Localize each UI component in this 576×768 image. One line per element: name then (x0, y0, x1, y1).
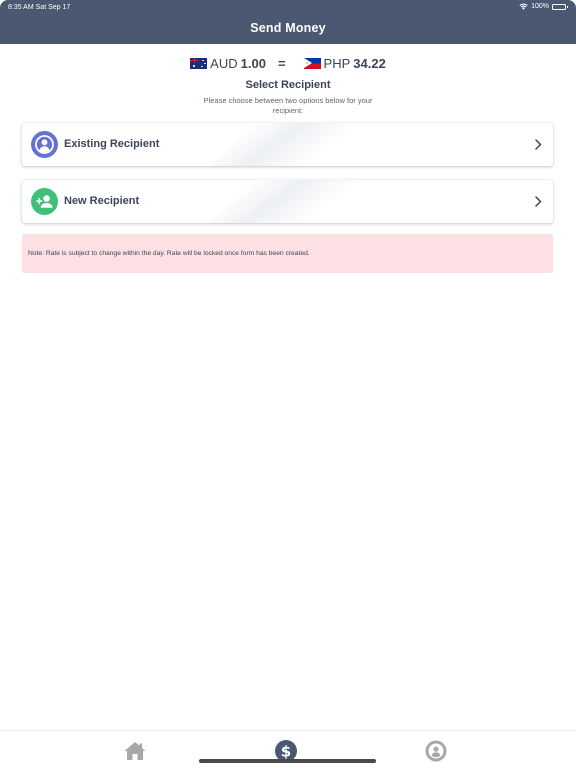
tab-profile[interactable] (424, 739, 448, 763)
chevron-right-icon (535, 196, 542, 207)
battery-icon (552, 3, 568, 10)
existing-recipient-label: Existing Recipient (64, 138, 160, 150)
select-recipient-description: Please choose between two options below … (203, 96, 373, 115)
page-title: Send Money (250, 21, 326, 35)
from-currency-value: 1.00 (240, 55, 266, 71)
exchange-rate: AUD 1.00 = PHP 34.22 (0, 54, 576, 72)
new-recipient-label: New Recipient (64, 195, 140, 207)
philippines-flag-icon (303, 57, 321, 69)
status-bar: 8:35 AM Sat Sep 17 100% (0, 0, 576, 14)
chevron-right-icon (535, 139, 542, 150)
to-currency-value: 34.22 (353, 55, 386, 71)
to-currency-code: PHP (323, 55, 351, 71)
australia-flag-icon (190, 57, 208, 69)
existing-recipient-button[interactable]: Existing Recipient (22, 123, 553, 166)
profile-icon (425, 740, 447, 762)
status-time: 8:35 AM Sat Sep 17 (8, 4, 71, 11)
home-indicator[interactable] (199, 759, 376, 763)
status-indicators: 100% (519, 3, 568, 10)
battery-percent: 100% (531, 3, 549, 10)
home-icon (124, 742, 146, 760)
app-header: 8:35 AM Sat Sep 17 100% Send Money (0, 0, 576, 44)
svg-text:$: $ (281, 742, 291, 760)
rate-note-text: Note: Rate is subject to change within t… (28, 250, 310, 257)
tab-home[interactable] (123, 739, 147, 763)
from-currency-code: AUD (210, 55, 238, 71)
add-person-icon (31, 188, 58, 215)
wifi-icon (519, 3, 528, 10)
app-screen: 8:35 AM Sat Sep 17 100% Send Money AUD 1… (0, 0, 576, 768)
person-circle-icon (31, 131, 58, 158)
equals-sign: = (277, 55, 286, 71)
select-recipient-title: Select Recipient (245, 79, 331, 91)
rate-note: Note: Rate is subject to change within t… (22, 234, 553, 273)
new-recipient-button[interactable]: New Recipient (22, 180, 553, 223)
